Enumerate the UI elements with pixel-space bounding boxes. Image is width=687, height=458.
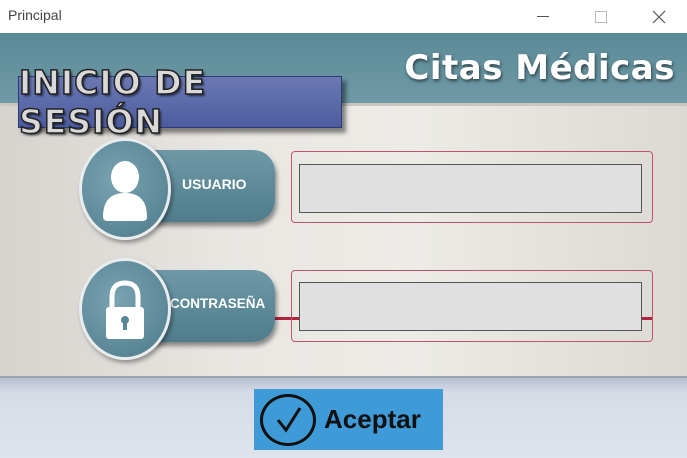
minimize-icon (537, 16, 549, 17)
user-label: USUARIO (182, 176, 247, 192)
login-heading-badge: INICIO DE SESIÓN (18, 62, 342, 142)
lock-icon-circle (79, 258, 171, 360)
lock-icon (106, 280, 144, 339)
password-label: CONTRASEÑA (170, 296, 266, 311)
maximize-icon (595, 10, 607, 23)
password-input[interactable] (299, 282, 642, 331)
window-titlebar: Principal (0, 0, 687, 33)
username-input[interactable] (299, 164, 642, 213)
accept-label: Aceptar (324, 404, 421, 434)
user-icon (103, 161, 147, 221)
window-title: Principal (8, 7, 62, 23)
maximize-button[interactable] (578, 0, 624, 33)
accept-button[interactable]: Aceptar (254, 389, 443, 450)
close-button[interactable] (636, 0, 682, 33)
login-heading: INICIO DE SESIÓN (18, 62, 207, 142)
check-icon (260, 393, 316, 446)
brand-title: Citas Médicas (404, 48, 675, 88)
close-icon (652, 10, 666, 23)
user-icon-circle (79, 138, 171, 240)
minimize-button[interactable] (520, 0, 566, 33)
